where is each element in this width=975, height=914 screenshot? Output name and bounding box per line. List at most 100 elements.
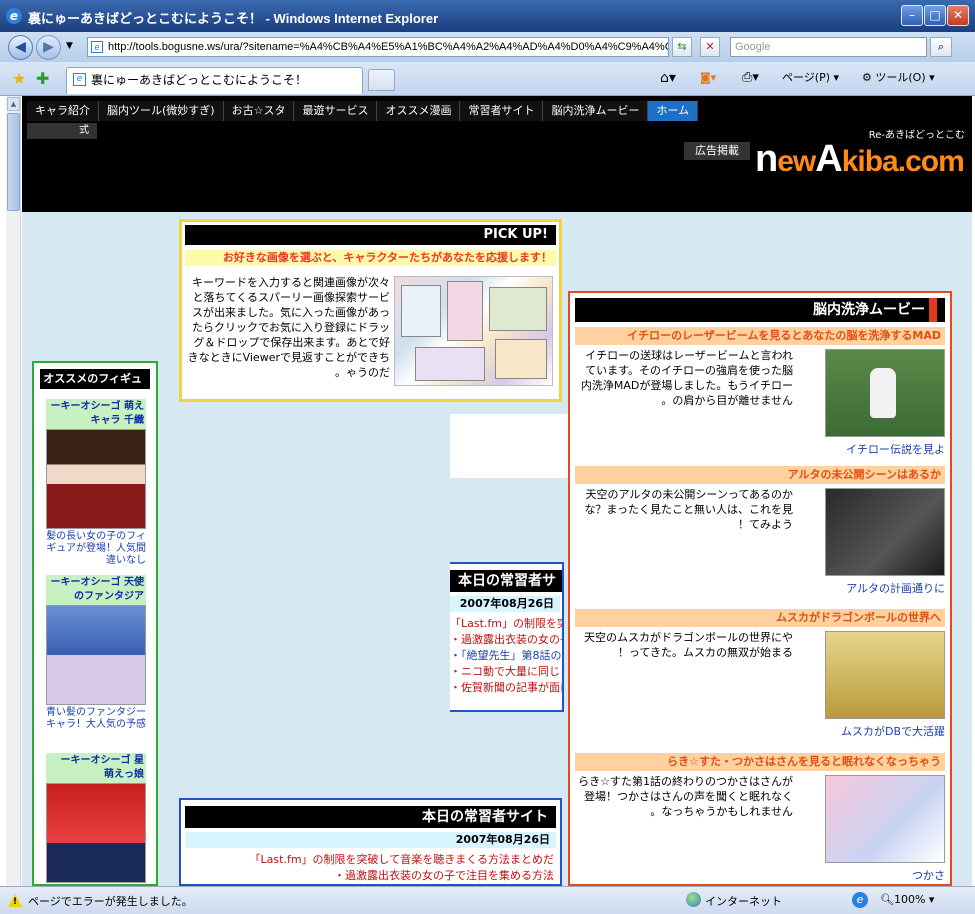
figure-item[interactable]: ーキーオシーゴ 天使のファンタジア 青い髪のファンタジーキャラ！大人気の予感 xyxy=(46,575,146,731)
video-entry-caption[interactable]: イチロー伝説を見よ xyxy=(846,441,945,457)
daily-link[interactable]: ・過激露出衣装の女の子で注目を集める方法 xyxy=(185,868,554,884)
daily-link[interactable]: 「Last.fm」の制限を突破して音楽を聴きまくる方法まとめだ xyxy=(185,852,554,868)
logo-subtitle: Re-あきばどっとこむ xyxy=(868,130,965,141)
figure-item-text[interactable]: 髪の長い女の子のフィギュアが登場！人気間違いなし xyxy=(46,531,146,567)
video-entry-title[interactable]: イチローのレーザービームを見るとあなたの脳を洗浄するMAD xyxy=(575,327,945,345)
video-entry-title[interactable]: アルタの未公開シーンはあるか xyxy=(575,466,945,484)
daily-link[interactable]: ・「絶望先生」第8話の感想まとめ xyxy=(450,648,562,664)
video-entry-title[interactable]: らき☆すた・つかさはさんを見ると眠れなくなっちゃう xyxy=(575,753,945,771)
video-thumbnail[interactable] xyxy=(825,631,945,719)
minimize-button[interactable]: – xyxy=(901,5,923,26)
pickup-image[interactable] xyxy=(394,276,553,386)
daily-link[interactable]: 「Last.fm」の制限を突破して音楽を聴きまくる方法まとめだ xyxy=(450,616,562,632)
daily-title-text: 本日の常習者サイト xyxy=(422,809,548,825)
video-entry-text: 天空のムスカがドラゴンボールの世界にやってきた。ムスカの無双が始まる！ xyxy=(584,631,793,659)
figure-item-text[interactable]: 青い髪のファンタジーキャラ！大人気の予感 xyxy=(46,707,146,731)
print-icon[interactable]: ⎙▾ xyxy=(742,70,759,86)
zoom-value: 100% xyxy=(893,893,926,906)
pickup-title-text: PICK UP! xyxy=(483,227,548,242)
protected-mode-icon[interactable]: e xyxy=(852,892,868,908)
page-menu-label: ページ(P) xyxy=(782,71,830,84)
window-title: 裏にゅーあきばどっとこむにようこそ！ - Windows Internet Ex… xyxy=(28,11,439,26)
video-entry: イチローのレーザービームを見るとあなたの脳を洗浄するMAD イチローの送球はレー… xyxy=(575,327,945,456)
video-entry-caption[interactable]: ムスカがDBで大活躍 xyxy=(841,723,945,739)
feeds-icon[interactable]: ◙▾ xyxy=(700,70,716,86)
new-tab-button[interactable] xyxy=(368,69,395,91)
daily-link[interactable]: ・佐賀新聞の記事が面白すぎる件について xyxy=(450,680,562,696)
site-menu-item[interactable]: ホーム xyxy=(648,101,699,121)
video-thumbnail[interactable] xyxy=(825,349,945,437)
history-dropdown-icon[interactable]: ▼ xyxy=(66,41,73,51)
ie-logo-icon: e xyxy=(6,8,22,24)
daily-sites-panel-partial: 本日の常習者サイト 2007年08月26日 「Last.fm」の制限を突破して音… xyxy=(450,562,564,712)
site-menu-item[interactable]: 常習者サイト xyxy=(460,101,544,121)
site-menu-item[interactable]: オススメ漫画 xyxy=(377,101,461,121)
site-menu-item[interactable]: お古☆スタ xyxy=(224,101,295,121)
page-menu[interactable]: ページ(P) ▾ xyxy=(782,70,839,86)
vertical-scrollbar[interactable]: ▲ xyxy=(6,96,21,886)
site-menu-item[interactable]: キャラ紹介 xyxy=(27,101,99,121)
zoom-level[interactable]: 🔍︎100% ▾ xyxy=(880,893,934,906)
back-button[interactable]: ◀ xyxy=(8,35,33,60)
daily-link[interactable]: ・ニコ動で大量に同じコメントを流す方法 xyxy=(450,664,562,680)
logo-text: newAkiba.com xyxy=(755,138,965,180)
home-icon[interactable]: ⌂▾ xyxy=(660,70,676,86)
tab-label: 裏にゅーあきばどっとこむにようこそ！ xyxy=(91,73,308,87)
status-bar: ! ページでエラーが発生しました。 インターネット e 🔍︎100% ▾ xyxy=(0,886,975,914)
daily-title: 本日の常習者サイト xyxy=(185,806,556,828)
page-icon: e xyxy=(91,41,103,53)
favorites-star-icon[interactable]: ★ xyxy=(12,69,26,88)
address-text: http://tools.bogusne.ws/ura/?sitename=%A… xyxy=(108,41,669,53)
figure-item-title[interactable]: ーキーオシーゴ 星 萌えっ娘 xyxy=(46,753,146,783)
video-entry-caption[interactable]: つかさ xyxy=(912,867,945,883)
site-submenu[interactable]: 式 xyxy=(27,123,97,139)
video-thumbnail[interactable] xyxy=(825,775,945,863)
figure-panel-title: オススメのフィギュア xyxy=(40,369,150,405)
search-input[interactable]: Google xyxy=(730,37,927,57)
tools-menu[interactable]: ⚙ ツール(O) ▾ xyxy=(862,70,935,86)
address-bar[interactable]: e http://tools.bogusne.ws/ura/?sitename=… xyxy=(87,37,669,57)
figure-image[interactable] xyxy=(46,429,146,529)
video-entry-title[interactable]: ムスカがドラゴンボールの世界へ xyxy=(575,609,945,627)
site-menu-item[interactable]: 最遊サービス xyxy=(294,101,378,121)
video-panel-title: 脳内洗浄ムービー xyxy=(575,298,945,322)
ad-button[interactable]: 広告掲載 xyxy=(684,142,750,160)
daily-list: 「Last.fm」の制限を突破して音楽を聴きまくる方法まとめだ ・過激露出衣装の… xyxy=(450,616,562,696)
warning-icon[interactable]: ! xyxy=(8,894,22,907)
site-menu-item[interactable]: 脳内ツール(微妙すぎ) xyxy=(99,101,224,121)
status-message[interactable]: ページでエラーが発生しました。 xyxy=(28,893,193,909)
close-button[interactable]: ✕ xyxy=(947,5,969,26)
refresh-button[interactable]: ⇆ xyxy=(672,37,692,57)
forward-button[interactable]: ▶ xyxy=(36,35,61,60)
video-entry: らき☆すた・つかさはさんを見ると眠れなくなっちゃう らき☆すた第1話の終わりのつ… xyxy=(575,753,945,882)
scroll-up-arrow-icon[interactable]: ▲ xyxy=(7,97,20,111)
video-entry-text: らき☆すた第1話の終わりのつかさはさんが登場！つかさはさんの声を聞くと眠れなくな… xyxy=(578,775,793,818)
browser-viewport: ▲ キャラ紹介 脳内ツール(微妙すぎ) お古☆スタ 最遊サービス オススメ漫画 常習者サイ… xyxy=(0,96,975,886)
pickup-subtitle[interactable]: お好きな画像を選ぶと、キャラクターたちがあなたを応援します！ xyxy=(185,250,556,266)
video-thumbnail[interactable] xyxy=(825,488,945,576)
security-zone[interactable]: インターネット xyxy=(705,893,782,909)
daily-sites-panel: 本日の常習者サイト 2007年08月26日 「Last.fm」の制限を突破して音… xyxy=(179,798,562,886)
video-panel: 脳内洗浄ムービー イチローのレーザービームを見るとあなたの脳を洗浄するMAD イ… xyxy=(568,291,952,886)
add-favorite-icon[interactable]: ✚ xyxy=(36,69,49,88)
figure-item-title[interactable]: ーキーオシーゴ 萌えキャラ 千織 xyxy=(46,399,146,429)
site-menu-item[interactable]: 脳内洗浄ムービー xyxy=(543,101,649,121)
video-entry-caption[interactable]: アルタの計画通りに xyxy=(846,580,945,596)
figure-item-title[interactable]: ーキーオシーゴ 天使のファンタジア xyxy=(46,575,146,605)
figure-item[interactable]: ーキーオシーゴ 星 萌えっ娘 xyxy=(46,753,146,883)
daily-link[interactable]: ・過激露出衣装の女の子で注目を集める方法 xyxy=(450,632,562,648)
maximize-button[interactable]: □ xyxy=(924,5,946,26)
stop-button[interactable]: ✕ xyxy=(700,37,720,57)
figure-image[interactable] xyxy=(46,783,146,883)
pickup-panel: PICK UP! お好きな画像を選ぶと、キャラクターたちがあなたを応援します！ … xyxy=(179,219,562,402)
figure-item[interactable]: ーキーオシーゴ 萌えキャラ 千織 髪の長い女の子のフィギュアが登場！人気間違いな… xyxy=(46,399,146,567)
figure-image[interactable] xyxy=(46,605,146,705)
tab-current[interactable]: e 裏にゅーあきばどっとこむにようこそ！ xyxy=(66,67,363,94)
search-icon[interactable]: ⌕ xyxy=(930,37,952,57)
title-bar: e 裏にゅーあきばどっとこむにようこそ！ - Windows Internet … xyxy=(0,0,975,32)
site-logo[interactable]: newAkiba.com Re-あきばどっとこむ xyxy=(755,130,965,180)
daily-title: 本日の常習者サイト xyxy=(450,570,562,611)
video-entry: ムスカがドラゴンボールの世界へ 天空のムスカがドラゴンボールの世界にやってきた。… xyxy=(575,609,945,738)
tools-menu-label: ツール(O) xyxy=(875,71,926,84)
scroll-thumb[interactable] xyxy=(7,113,20,211)
